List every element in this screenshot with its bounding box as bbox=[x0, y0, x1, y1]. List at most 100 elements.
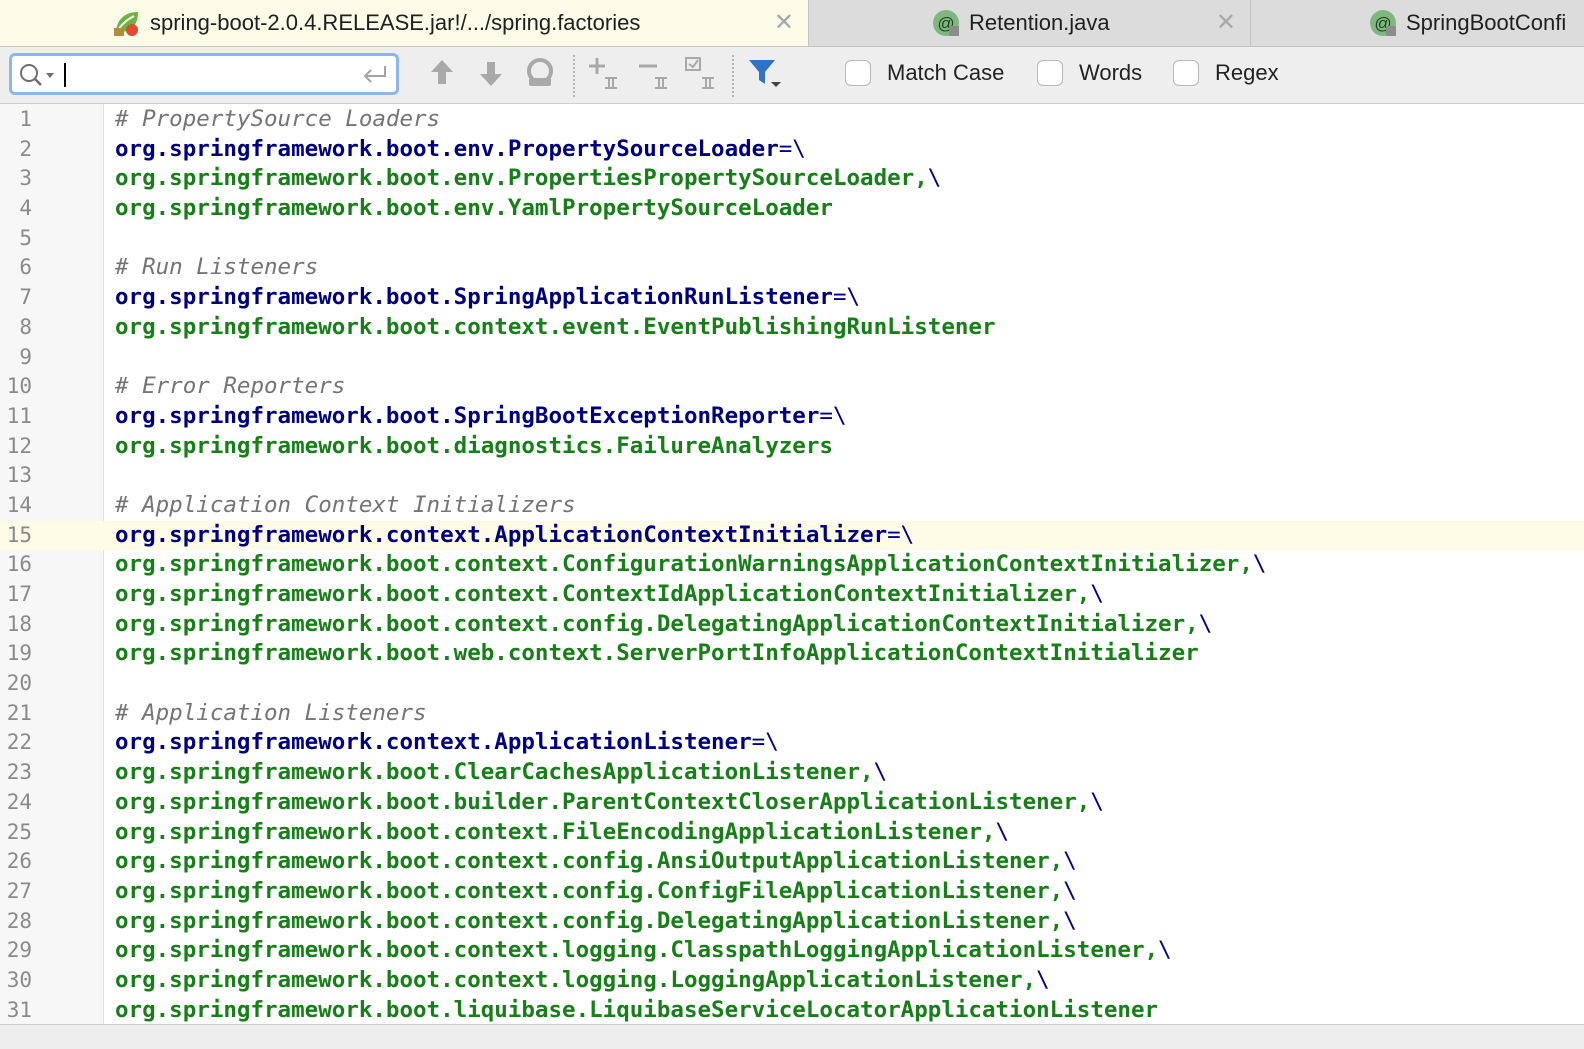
annotation-icon: @ bbox=[1370, 10, 1396, 36]
code-line[interactable]: 24 org.springframework.boot.builder.Paren… bbox=[0, 788, 1584, 818]
words-option[interactable]: Words bbox=[1037, 60, 1142, 86]
regex-checkbox[interactable] bbox=[1173, 60, 1199, 86]
regex-option[interactable]: Regex bbox=[1173, 60, 1279, 86]
code-line[interactable]: 23 org.springframework.boot.ClearCachesAp… bbox=[0, 758, 1584, 788]
code-line[interactable]: 14 # Application Context Initializers bbox=[0, 491, 1584, 521]
code-line[interactable]: 25 org.springframework.boot.context.FileE… bbox=[0, 818, 1584, 848]
property-value-token: org.springframework.boot.context.logging… bbox=[115, 937, 1159, 964]
line-number: 24 bbox=[6, 789, 32, 814]
code-line[interactable]: 2 org.springframework.boot.env.PropertySo… bbox=[0, 135, 1584, 165]
tab-springbootconfi[interactable]: @ SpringBootConfi bbox=[1251, 0, 1584, 46]
comment-token: # Application Context Initializers bbox=[115, 491, 576, 518]
separator-token: \ bbox=[1090, 788, 1104, 815]
property-value-token: org.springframework.boot.context.event.E… bbox=[115, 313, 996, 340]
code-text: org.springframework.boot.env.PropertiesP… bbox=[115, 164, 941, 194]
code-line[interactable]: 13 bbox=[0, 461, 1584, 491]
code-line[interactable]: 6 # Run Listeners bbox=[0, 253, 1584, 283]
line-number: 3 bbox=[19, 166, 32, 191]
code-line[interactable]: 12 org.springframework.boot.diagnostics.F… bbox=[0, 432, 1584, 462]
search-field[interactable] bbox=[9, 53, 399, 95]
code-line[interactable]: 29 org.springframework.boot.context.loggi… bbox=[0, 936, 1584, 966]
line-number: 21 bbox=[6, 700, 32, 725]
add-selection-icon[interactable] bbox=[587, 56, 621, 90]
property-value-token: org.springframework.boot.context.Configu… bbox=[115, 551, 1253, 578]
line-number: 30 bbox=[6, 967, 32, 992]
match-case-checkbox[interactable] bbox=[845, 60, 871, 86]
line-number: 1 bbox=[19, 107, 32, 131]
separator-token: \ bbox=[1252, 551, 1267, 578]
separator-token: =\ bbox=[819, 402, 847, 429]
code-line[interactable]: 7 org.springframework.boot.SpringApplicat… bbox=[0, 283, 1584, 313]
code-line[interactable]: 27 org.springframework.boot.context.confi… bbox=[0, 877, 1584, 907]
property-key-token: org.springframework.boot.SpringApplicati… bbox=[115, 284, 833, 311]
horizontal-scrollbar[interactable] bbox=[0, 1024, 1584, 1049]
code-line[interactable]: 3 org.springframework.boot.env.Properties… bbox=[0, 164, 1584, 194]
line-number: 15 bbox=[6, 522, 32, 547]
property-key-token: org.springframework.boot.env.PropertySou… bbox=[115, 135, 779, 162]
property-value-token: org.springframework.boot.context.config.… bbox=[115, 907, 1064, 934]
separator-token: \ bbox=[1063, 848, 1077, 875]
property-value-token: org.springframework.boot.diagnostics.Fai… bbox=[115, 432, 833, 459]
code-line[interactable]: 16 org.springframework.boot.context.Confi… bbox=[0, 550, 1584, 580]
code-text: org.springframework.context.ApplicationL… bbox=[115, 728, 779, 758]
code-text: org.springframework.boot.env.YamlPropert… bbox=[115, 194, 833, 224]
line-number: 6 bbox=[19, 255, 32, 280]
code-text: org.springframework.boot.diagnostics.Fai… bbox=[115, 432, 833, 462]
remove-selection-icon[interactable] bbox=[637, 56, 671, 90]
match-case-option[interactable]: Match Case bbox=[845, 60, 1004, 86]
code-text: # PropertySource Loaders bbox=[115, 105, 440, 135]
code-text: org.springframework.boot.context.event.E… bbox=[115, 313, 996, 343]
property-value-token: org.springframework.boot.liquibase.Liqui… bbox=[115, 996, 1159, 1023]
code-text: org.springframework.boot.builder.ParentC… bbox=[115, 788, 1104, 818]
words-checkbox[interactable] bbox=[1037, 60, 1063, 86]
search-input[interactable] bbox=[66, 60, 356, 88]
line-number: 16 bbox=[6, 552, 32, 577]
search-history-icon[interactable] bbox=[18, 62, 58, 88]
code-line[interactable]: 31 org.springframework.boot.liquibase.Liq… bbox=[0, 996, 1584, 1026]
close-icon[interactable]: ✕ bbox=[774, 10, 794, 36]
next-occurrence-icon[interactable] bbox=[477, 56, 505, 90]
code-line[interactable]: 28 org.springframework.boot.context.confi… bbox=[0, 907, 1584, 937]
spring-leaf-icon bbox=[114, 12, 138, 36]
find-all-icon[interactable] bbox=[523, 56, 557, 90]
code-line[interactable]: 21 # Application Listeners bbox=[0, 699, 1584, 729]
code-line[interactable]: 26 org.springframework.boot.context.confi… bbox=[0, 847, 1584, 877]
code-text: org.springframework.boot.context.FileEnc… bbox=[115, 818, 1009, 848]
code-text: org.springframework.boot.context.logging… bbox=[115, 966, 1050, 996]
property-value-token: org.springframework.boot.ClearCachesAppl… bbox=[115, 759, 874, 786]
code-line[interactable]: 10 # Error Reporters bbox=[0, 372, 1584, 402]
code-line[interactable]: 20 bbox=[0, 669, 1584, 699]
code-editor[interactable]: 1 # PropertySource Loaders 2 org.springfram… bbox=[0, 104, 1584, 1048]
code-line[interactable]: 30 org.springframework.boot.context.loggi… bbox=[0, 966, 1584, 996]
code-line[interactable]: 15 org.springframework.context.Applicatio… bbox=[0, 520, 1584, 551]
code-line[interactable]: 19 org.springframework.boot.web.context.S… bbox=[0, 639, 1584, 669]
line-number: 27 bbox=[6, 878, 32, 903]
close-icon[interactable]: ✕ bbox=[1216, 10, 1236, 36]
tab-spring-factories[interactable]: spring-boot-2.0.4.RELEASE.jar!/.../sprin… bbox=[0, 0, 809, 46]
code-line[interactable]: 5 bbox=[0, 224, 1584, 254]
separator-token: =\ bbox=[832, 284, 861, 311]
separator-token: \ bbox=[1063, 907, 1077, 934]
code-text: # Application Listeners bbox=[115, 699, 427, 729]
tab-retention-java[interactable]: @ Retention.java ✕ bbox=[809, 0, 1251, 46]
code-line[interactable]: 18 org.springframework.boot.context.confi… bbox=[0, 610, 1584, 640]
code-line[interactable]: 8 org.springframework.boot.context.event.… bbox=[0, 313, 1584, 343]
select-all-occurrences-icon[interactable] bbox=[684, 56, 718, 90]
separator-token: \ bbox=[1063, 877, 1077, 904]
code-line[interactable]: 11 org.springframework.boot.SpringBootExc… bbox=[0, 402, 1584, 432]
line-number: 12 bbox=[6, 433, 32, 458]
line-number: 26 bbox=[6, 849, 32, 874]
separator-token: =\ bbox=[751, 729, 779, 756]
previous-occurrence-icon[interactable] bbox=[428, 56, 456, 90]
line-number: 13 bbox=[6, 463, 32, 488]
code-line[interactable]: 1 # PropertySource Loaders bbox=[0, 105, 1584, 135]
code-line[interactable]: 4 org.springframework.boot.env.YamlProper… bbox=[0, 194, 1584, 224]
filter-icon[interactable] bbox=[747, 56, 783, 90]
code-text: org.springframework.boot.context.config.… bbox=[115, 877, 1077, 907]
enter-icon bbox=[363, 66, 386, 83]
separator-token: =\ bbox=[778, 135, 806, 162]
code-line[interactable]: 17 org.springframework.boot.context.Conte… bbox=[0, 580, 1584, 610]
code-line[interactable]: 22 org.springframework.context.Applicatio… bbox=[0, 728, 1584, 758]
regex-label: Regex bbox=[1215, 60, 1279, 85]
code-line[interactable]: 9 bbox=[0, 343, 1584, 373]
